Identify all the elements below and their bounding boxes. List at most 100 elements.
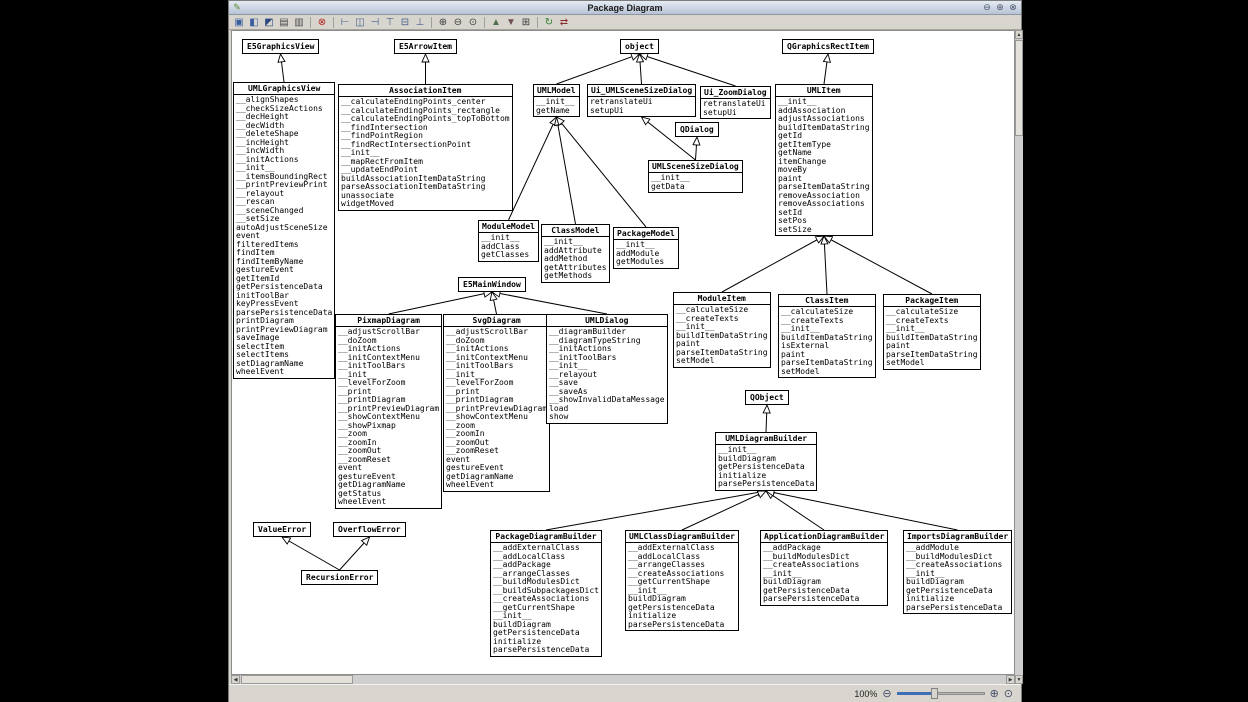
zoom-slider-handle[interactable] bbox=[931, 688, 938, 699]
app-icon: ✎ bbox=[231, 2, 243, 13]
class-box-overflowerror[interactable]: OverflowError bbox=[333, 522, 406, 537]
zoom-slider[interactable] bbox=[897, 687, 985, 700]
class-box-importsdiagrambuilder[interactable]: ImportsDiagramBuilder__addModule__buildM… bbox=[903, 530, 1012, 614]
class-box-e5graphicsview[interactable]: E5GraphicsView bbox=[242, 39, 319, 54]
class-box-umlscenesizedialog[interactable]: UMLSceneSizeDialog__init__getData bbox=[648, 160, 743, 193]
align-hcenter-icon[interactable]: ◫ bbox=[353, 16, 367, 29]
class-member-list: __adjustScrollBar__doZoom__initActions__… bbox=[444, 327, 549, 491]
class-member: parsePersistenceData bbox=[628, 621, 736, 630]
class-box-qgraphicsrectitem[interactable]: QGraphicsRectItem bbox=[782, 39, 874, 54]
class-box-recursionerror[interactable]: RecursionError bbox=[301, 570, 378, 585]
class-member-list: __alignShapes__checkSizeActions__decHeig… bbox=[234, 95, 334, 378]
align-left-icon[interactable]: ⊢ bbox=[338, 16, 352, 29]
align-top-icon[interactable]: ⊤ bbox=[383, 16, 397, 29]
class-member: parsePersistenceData bbox=[718, 480, 814, 489]
class-member-list: __diagramBuilder__diagramTypeString__ini… bbox=[547, 327, 667, 423]
class-box-classmodel[interactable]: ClassModel__init__addAttributeaddMethodg… bbox=[541, 224, 610, 283]
zoom-out-icon[interactable]: ⊖ bbox=[451, 16, 465, 29]
class-box-umldialog[interactable]: UMLDialog__diagramBuilder__diagramTypeSt… bbox=[546, 314, 668, 424]
class-box-svgdiagram[interactable]: SvgDiagram__adjustScrollBar__doZoom__ini… bbox=[443, 314, 550, 492]
class-box-modulemodel[interactable]: ModuleModel__init__addClassgetClasses bbox=[478, 220, 539, 262]
class-member: parsePersistenceData bbox=[763, 595, 885, 604]
class-box-umlitem[interactable]: UMLItem__init__addAssociationadjustAssoc… bbox=[775, 84, 873, 236]
class-box-associationitem[interactable]: AssociationItem__calculateEndingPoints_c… bbox=[338, 84, 513, 211]
save-icon[interactable]: ▣ bbox=[232, 16, 246, 29]
class-name: OverflowError bbox=[334, 523, 405, 536]
align-vcenter-icon[interactable]: ⊟ bbox=[398, 16, 412, 29]
class-name: UMLGraphicsView bbox=[234, 83, 334, 95]
class-box-applicationdiagrambuilder[interactable]: ApplicationDiagramBuilder__addPackage__b… bbox=[760, 530, 888, 606]
align-right-icon[interactable]: ⊣ bbox=[368, 16, 382, 29]
class-box-umlmodel[interactable]: UMLModel__init__getName bbox=[533, 84, 580, 117]
decrease-size-icon[interactable]: ▼ bbox=[504, 16, 518, 29]
vertical-scrollbar[interactable]: ▲ ▼ bbox=[1015, 30, 1023, 684]
increase-size-icon[interactable]: ▲ bbox=[489, 16, 503, 29]
class-box-packagediagrambuilder[interactable]: PackageDiagramBuilder__addExternalClass_… bbox=[490, 530, 602, 657]
diagram-viewport[interactable]: E5GraphicsView E5ArrowItem object QGraphics… bbox=[231, 30, 1015, 675]
class-name: E5GraphicsView bbox=[243, 40, 318, 53]
set-size-icon[interactable]: ⊞ bbox=[519, 16, 533, 29]
close-button[interactable]: ⊗ bbox=[1007, 2, 1019, 13]
zoom-in-button[interactable]: ⊕ bbox=[990, 688, 999, 700]
class-member-list: __init__addClassgetClasses bbox=[479, 233, 538, 261]
class-member: setModel bbox=[886, 359, 978, 368]
class-box-object[interactable]: object bbox=[620, 39, 659, 54]
maximize-button[interactable]: ⊕ bbox=[994, 2, 1006, 13]
class-member: setModel bbox=[676, 357, 768, 366]
scroll-left-icon[interactable]: ◀ bbox=[231, 675, 240, 684]
scroll-right-icon[interactable]: ▶ bbox=[1006, 675, 1015, 684]
class-member: getModules bbox=[616, 258, 676, 267]
horizontal-scrollbar-thumb[interactable] bbox=[241, 675, 353, 684]
class-member: setSize bbox=[778, 226, 870, 235]
class-box-pixmapdiagram[interactable]: PixmapDiagram__adjustScrollBar__doZoom__… bbox=[335, 314, 442, 509]
relayout-icon[interactable]: ↻ bbox=[542, 16, 556, 29]
class-box-umlgraphicsview[interactable]: UMLGraphicsView__alignShapes__checkSizeA… bbox=[233, 82, 335, 379]
class-name: UMLDialog bbox=[547, 315, 667, 327]
class-box-valueerror[interactable]: ValueError bbox=[253, 522, 311, 537]
zoom-in-icon[interactable]: ⊕ bbox=[436, 16, 450, 29]
class-box-classitem[interactable]: ClassItem__calculateSize__createTexts__i… bbox=[778, 294, 876, 378]
class-name: RecursionError bbox=[302, 571, 377, 584]
scroll-up-icon[interactable]: ▲ bbox=[1015, 30, 1023, 39]
class-box-qdialog[interactable]: QDialog bbox=[675, 122, 719, 137]
zoom-out-button[interactable]: ⊖ bbox=[882, 688, 891, 700]
class-box-e5mainwindow[interactable]: E5MainWindow bbox=[458, 277, 526, 292]
class-member: getClasses bbox=[481, 251, 536, 260]
class-box-ui_umlscenesizedialog[interactable]: Ui_UMLSceneSizeDialogretranslateUisetupU… bbox=[587, 84, 696, 117]
class-box-umlclassdiagrambuilder[interactable]: UMLClassDiagramBuilder__addExternalClass… bbox=[625, 530, 739, 631]
print-icon[interactable]: ▤ bbox=[277, 16, 291, 29]
vertical-scrollbar-thumb[interactable] bbox=[1015, 40, 1023, 136]
scroll-down-icon[interactable]: ▼ bbox=[1015, 675, 1023, 684]
align-bottom-icon[interactable]: ⊥ bbox=[413, 16, 427, 29]
class-member: wheelEvent bbox=[446, 481, 547, 490]
class-name: UMLSceneSizeDialog bbox=[649, 161, 742, 173]
class-member-list: __init__getData bbox=[649, 173, 742, 192]
save-as-icon[interactable]: ◧ bbox=[247, 16, 261, 29]
class-box-qobject[interactable]: QObject bbox=[745, 390, 789, 405]
titlebar[interactable]: ✎ Package Diagram ⊖ ⊕ ⊗ bbox=[229, 1, 1021, 15]
save-image-icon[interactable]: ◩ bbox=[262, 16, 276, 29]
horizontal-scrollbar[interactable]: ◀ ▶ bbox=[231, 675, 1015, 684]
zoom-reset-icon[interactable]: ⊙ bbox=[466, 16, 480, 29]
class-box-e5arrowitem[interactable]: E5ArrowItem bbox=[394, 39, 457, 54]
class-member-list: __addPackage__buildModulesDict__createAs… bbox=[761, 543, 887, 605]
minimize-button[interactable]: ⊖ bbox=[981, 2, 993, 13]
class-box-packageitem[interactable]: PackageItem__calculateSize__createTexts_… bbox=[883, 294, 981, 370]
class-member-list: __init__addAttributeaddMethodgetAttribut… bbox=[542, 237, 609, 282]
class-name: QGraphicsRectItem bbox=[783, 40, 873, 53]
class-name: Ui_ZoomDialog bbox=[701, 87, 770, 99]
toolbar-separator bbox=[310, 17, 311, 28]
class-box-moduleitem[interactable]: ModuleItem__calculateSize__createTexts__… bbox=[673, 292, 771, 368]
class-box-packagemodel[interactable]: PackageModel__init__addModulegetModules bbox=[613, 227, 679, 269]
statusbar: 100% ⊖ ⊕ ⊙ bbox=[229, 684, 1021, 702]
close-diagram-icon[interactable]: ⊗ bbox=[315, 16, 329, 29]
class-member-list: __addExternalClass__addLocalClass__arran… bbox=[626, 543, 738, 630]
class-box-ui_zoomdialog[interactable]: Ui_ZoomDialogretranslateUisetupUi bbox=[700, 86, 771, 119]
class-member-list: __init__addModulegetModules bbox=[614, 240, 678, 268]
print-preview-icon[interactable]: ▥ bbox=[292, 16, 306, 29]
rescan-icon[interactable]: ⇄ bbox=[557, 16, 571, 29]
zoom-reset-button[interactable]: ⊙ bbox=[1004, 688, 1013, 700]
diagram-canvas[interactable]: E5GraphicsView E5ArrowItem object QGraphics… bbox=[232, 31, 1014, 674]
class-member-list: __init__addAssociationadjustAssociations… bbox=[776, 97, 872, 235]
class-box-umldiagrambuilder[interactable]: UMLDiagramBuilder__init__buildDiagramget… bbox=[715, 432, 817, 491]
